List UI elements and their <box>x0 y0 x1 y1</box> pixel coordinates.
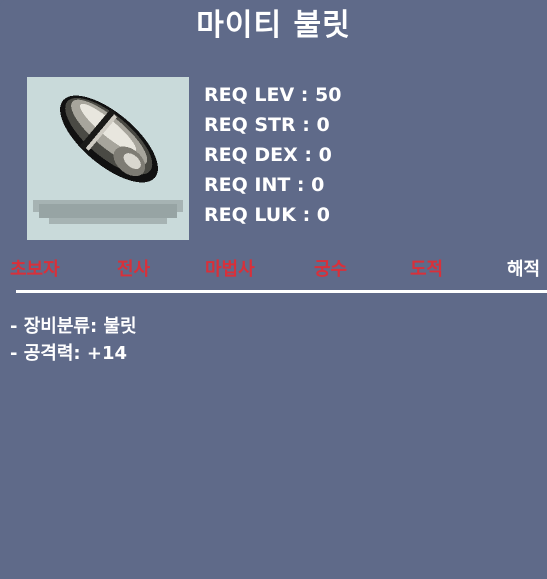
property-attack: - 공격력: +14 <box>10 343 128 364</box>
requirements-list: REQ LEV : 50 REQ STR : 0 REQ DEX : 0 REQ… <box>204 80 341 230</box>
divider <box>16 290 547 293</box>
job-pirate: 해적 <box>507 259 541 280</box>
bullet-icon <box>27 77 189 240</box>
item-properties: - 장비분류: 불릿 - 공격력: +14 <box>10 313 137 367</box>
job-list: 초보자 전사 마법사 궁수 도적 해적 <box>0 256 547 284</box>
req-int: REQ INT : 0 <box>204 174 325 196</box>
job-magician: 마법사 <box>205 259 255 280</box>
job-beginner: 초보자 <box>10 259 60 280</box>
req-level: REQ LEV : 50 <box>204 84 342 106</box>
job-thief: 도적 <box>410 259 444 280</box>
req-str: REQ STR : 0 <box>204 114 330 136</box>
item-tooltip: 마이티 불릿 REQ LEV : 50 REQ STR : 0 REQ DEX … <box>0 0 547 579</box>
item-title: 마이티 불릿 <box>196 8 351 43</box>
job-warrior: 전사 <box>117 259 151 280</box>
job-bowman: 궁수 <box>314 259 348 280</box>
property-category: - 장비분류: 불릿 <box>10 316 137 337</box>
req-luk: REQ LUK : 0 <box>204 204 331 226</box>
req-dex: REQ DEX : 0 <box>204 144 332 166</box>
